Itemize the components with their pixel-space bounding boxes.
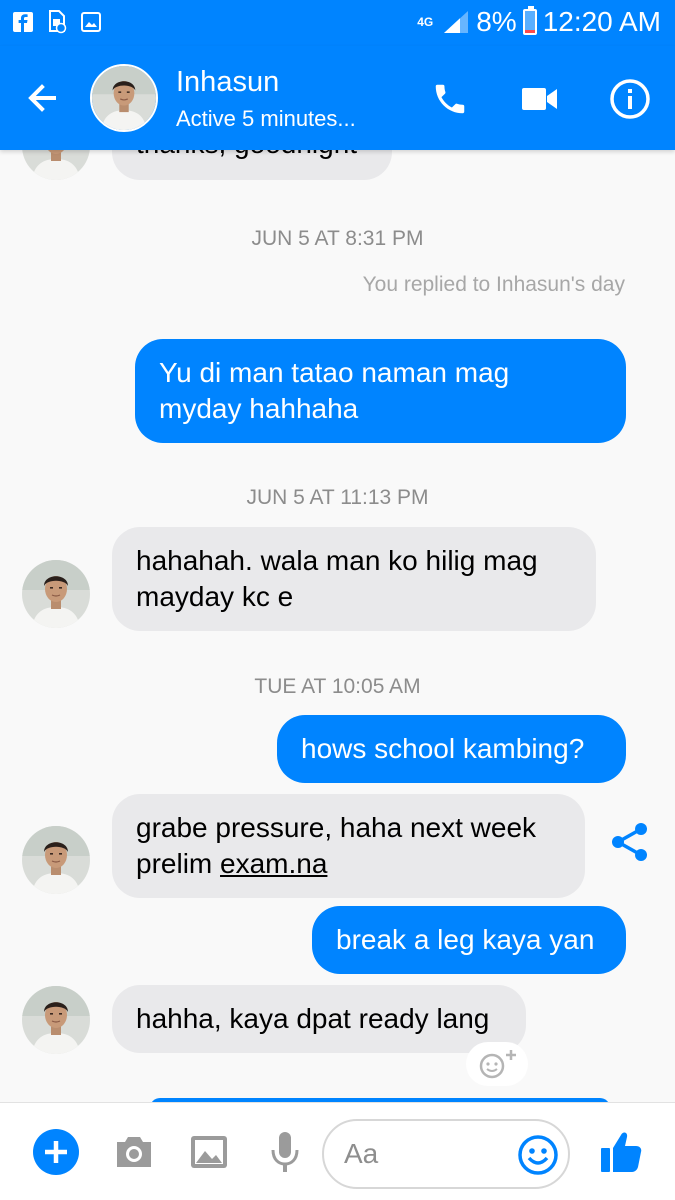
microphone-icon[interactable] (260, 1127, 310, 1177)
message-line: prelim exam.na (136, 846, 561, 882)
incoming-message[interactable]: hahha, kaya dpat ready lang (112, 985, 526, 1053)
message-text: prelim (136, 848, 221, 879)
message-line: mayday kc e (136, 581, 294, 612)
contact-avatar[interactable] (90, 64, 158, 132)
timestamp: JUN 5 AT 11:13 PM (246, 486, 429, 509)
contact-name[interactable]: Inhasun (176, 66, 279, 99)
phone-icon[interactable] (425, 74, 475, 124)
status-bar: 4G 8% 12:20 AM (0, 0, 675, 46)
info-icon[interactable] (605, 74, 655, 124)
camera-icon[interactable] (109, 1127, 159, 1177)
contact-avatar-small[interactable] (22, 986, 90, 1054)
incoming-message[interactable]: thanks, goodnight (112, 150, 392, 180)
emoji-icon[interactable] (514, 1131, 562, 1179)
network-type: 4G (417, 14, 434, 29)
status-right: 4G 8% 12:20 AM (414, 6, 661, 38)
add-reaction-button[interactable] (466, 1042, 528, 1086)
conversation-header: Inhasun Active 5 minutes... (0, 46, 675, 150)
contact-status: Active 5 minutes... (176, 106, 356, 131)
message-input[interactable] (344, 1133, 514, 1175)
gallery-icon (80, 10, 102, 34)
message-list[interactable]: thanks, goodnight JUN 5 AT 8:31 PM You r… (0, 150, 675, 1102)
incoming-message[interactable]: hahahah. wala man ko hilig mag mayday kc… (112, 527, 596, 631)
sim-security-icon (46, 10, 68, 34)
contact-avatar-small[interactable] (22, 150, 90, 180)
signal-icon (444, 11, 469, 33)
thumbs-up-icon[interactable] (596, 1127, 646, 1177)
timestamp: TUE AT 10:05 AM (254, 675, 421, 698)
battery-icon (522, 6, 537, 35)
video-camera-icon[interactable] (515, 74, 565, 124)
story-reply-note: You replied to Inhasun's day (362, 273, 625, 296)
message-line: myday hahhaha (159, 393, 359, 424)
contact-avatar-small[interactable] (22, 560, 90, 628)
facebook-icon (12, 10, 34, 34)
back-arrow-icon[interactable] (22, 76, 70, 120)
add-reaction-icon (479, 1050, 516, 1079)
message-input-box[interactable] (322, 1119, 570, 1189)
message-line: hahahah. wala man ko hilig mag (136, 545, 538, 576)
composer-bar (0, 1102, 675, 1200)
outgoing-message[interactable]: Yu di man tatao naman mag myday hahhaha (135, 339, 626, 443)
status-left-icons (12, 10, 102, 34)
timestamp: JUN 5 AT 8:31 PM (251, 227, 424, 250)
clock: 12:20 AM (542, 6, 661, 37)
outgoing-message[interactable]: break a leg kaya yan (312, 906, 626, 974)
contact-avatar-small[interactable] (22, 826, 90, 894)
message-line: Yu di man tatao naman mag (159, 357, 510, 388)
battery-percent: 8% (476, 6, 517, 37)
image-icon[interactable] (184, 1127, 234, 1177)
message-link[interactable]: exam.na (220, 848, 327, 879)
plus-icon[interactable] (31, 1127, 81, 1177)
incoming-message[interactable]: grabe pressure, haha next week prelim ex… (112, 794, 585, 898)
share-icon[interactable] (608, 820, 652, 864)
outgoing-message[interactable]: hows school kambing? (277, 715, 626, 783)
message-line: grabe pressure, haha next week (136, 812, 537, 843)
